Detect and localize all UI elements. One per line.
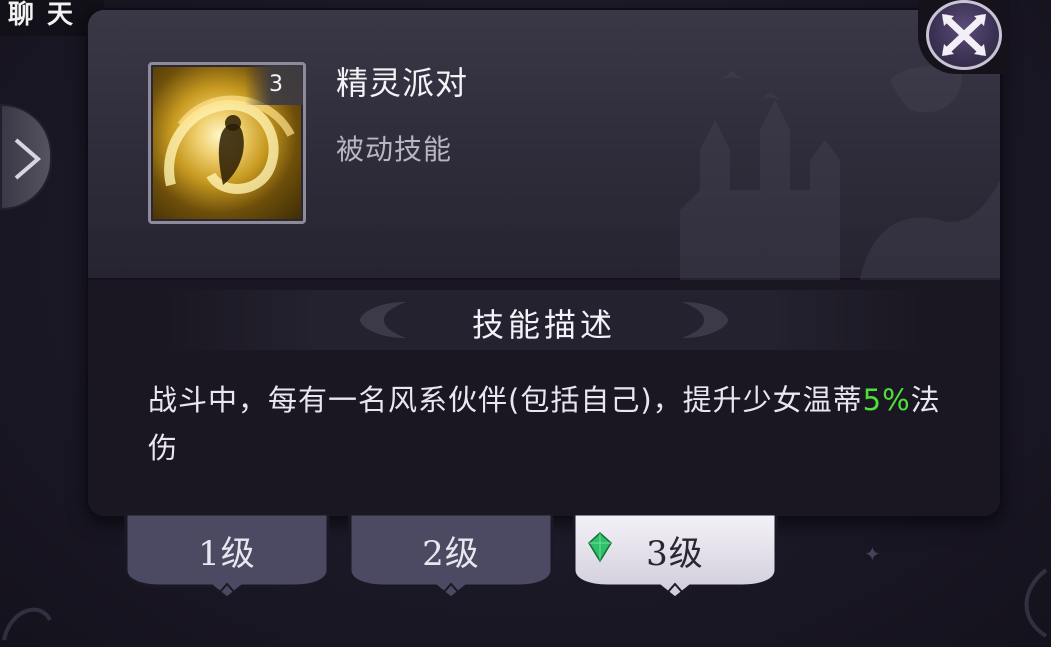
chevron-right-icon xyxy=(14,138,42,180)
description-title: 技能描述 xyxy=(471,306,616,344)
sparkle-icon: ✦ xyxy=(864,542,881,566)
castle-silhouette xyxy=(680,60,1000,280)
expand-handle[interactable] xyxy=(0,104,52,210)
swirl-decoration-icon xyxy=(1024,568,1048,638)
description-header: 技能描述 xyxy=(166,290,922,350)
level-tab-2-label: 2级 xyxy=(422,534,480,574)
level-tab-2[interactable]: 2级 xyxy=(348,514,554,600)
skill-detail-panel: 3 精灵派对 被动技能 技能描述 战斗中，每有一名风系伙伴(包括自己)，提升少女… xyxy=(86,8,1002,518)
description-highlight: 5% xyxy=(862,383,911,417)
close-button[interactable] xyxy=(918,0,1010,74)
level-tab-3[interactable]: 3级 xyxy=(572,514,778,600)
ornament-right-icon xyxy=(682,302,728,338)
description-text-part1: 战斗中，每有一名风系伙伴(包括自己)，提升少女温蒂 xyxy=(148,383,863,417)
description-text: 战斗中，每有一名风系伙伴(包括自己)，提升少女温蒂5%法伤 xyxy=(148,376,948,472)
skill-name: 精灵派对 xyxy=(336,64,469,102)
skill-type: 被动技能 xyxy=(336,133,453,166)
close-x-icon xyxy=(942,14,986,56)
skill-level-badge: 3 xyxy=(245,65,303,105)
level-tab-1-label: 1级 xyxy=(198,534,256,574)
level-tab-3-label: 3级 xyxy=(646,534,704,574)
level-tab-1[interactable]: 1级 xyxy=(124,514,330,600)
skill-icon: 3 xyxy=(148,62,306,224)
skill-header-area: 3 精灵派对 被动技能 xyxy=(88,10,1000,280)
swirl-decoration-icon xyxy=(2,607,52,641)
